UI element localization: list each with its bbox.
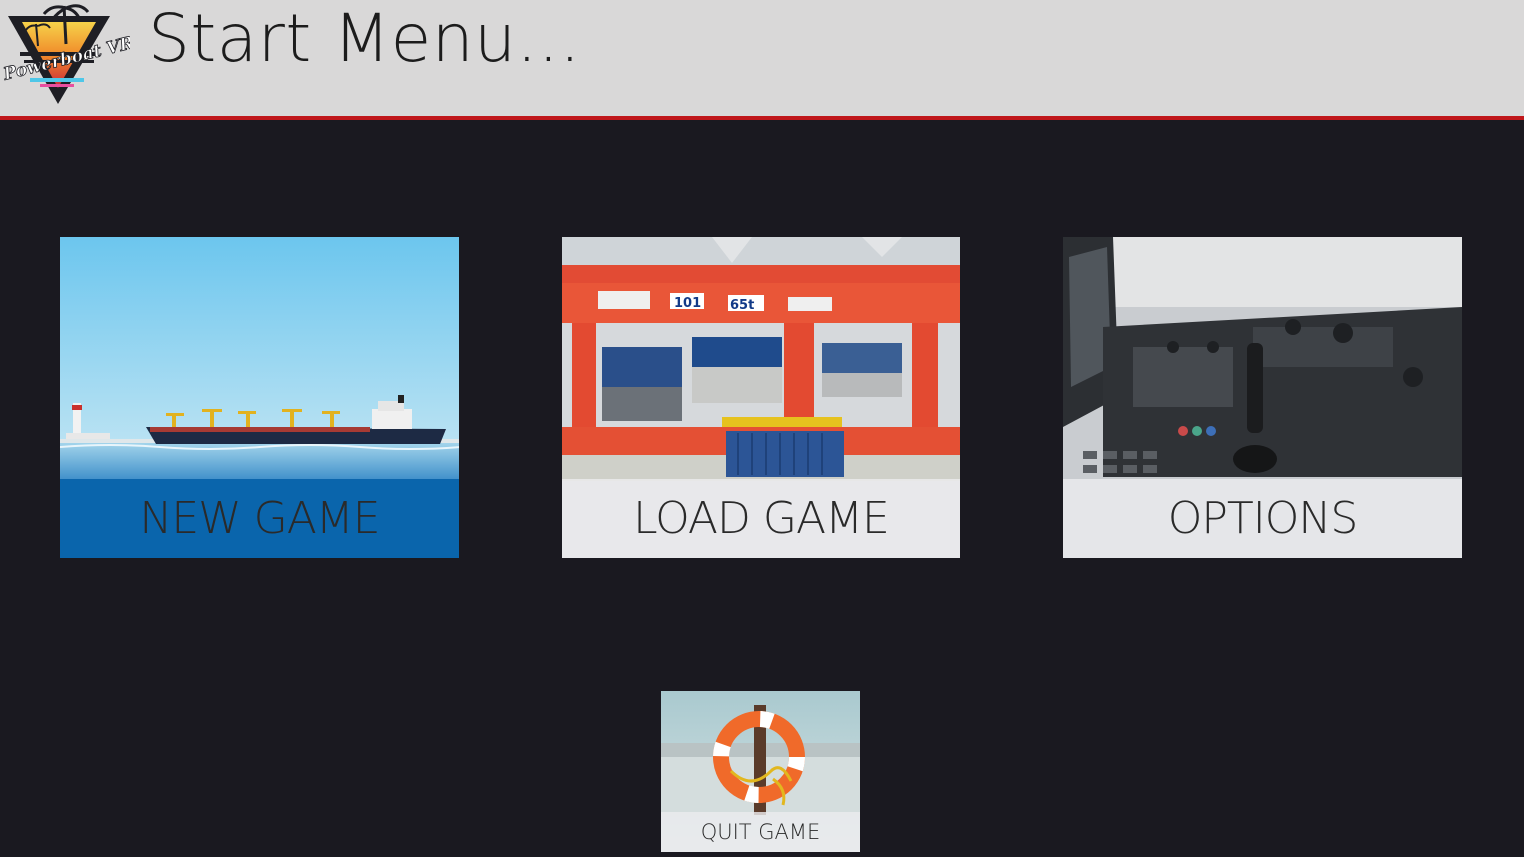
svg-text:101: 101 [674, 296, 701, 311]
options-button[interactable]: OPTIONS [1063, 237, 1462, 558]
svg-text:65t: 65t [730, 298, 754, 313]
quit-game-label: QUIT GAME [700, 820, 821, 844]
new-game-button[interactable]: NEW GAME [60, 237, 459, 558]
load-game-label-band: LOAD GAME [562, 479, 960, 558]
load-game-label: LOAD GAME [633, 493, 890, 544]
load-game-button[interactable]: 101 65t LOAD GAME [562, 237, 960, 558]
quit-game-label-band: QUIT GAME [661, 812, 860, 852]
powerboat-vr-logo: Powerboat VR [0, 0, 136, 112]
top-bar: Powerboat VR Start Menu... [0, 0, 1524, 120]
page-title: Start Menu... [148, 0, 581, 77]
options-label: OPTIONS [1167, 493, 1358, 544]
new-game-label-band: NEW GAME [60, 479, 459, 558]
quit-game-button[interactable]: QUIT GAME [661, 691, 860, 852]
options-label-band: OPTIONS [1063, 479, 1462, 558]
new-game-label: NEW GAME [139, 493, 380, 544]
